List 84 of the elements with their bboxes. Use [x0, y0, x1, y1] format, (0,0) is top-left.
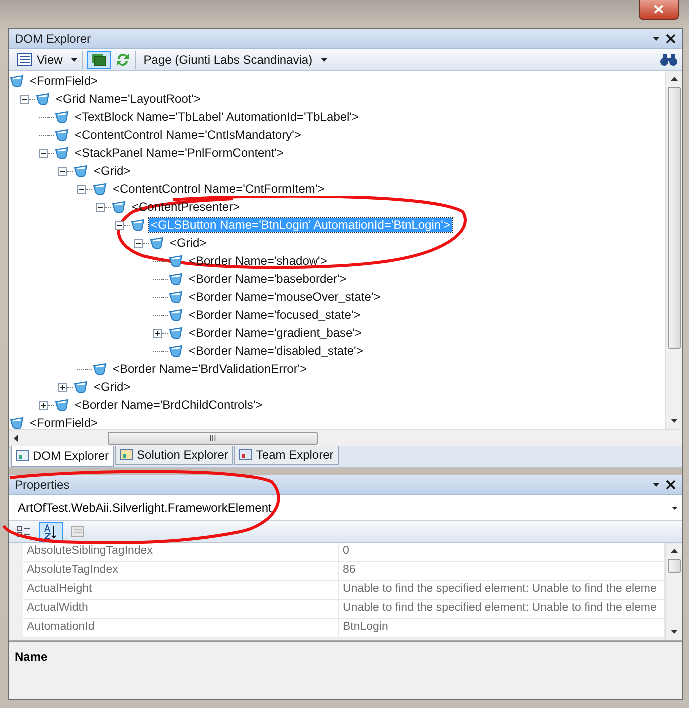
- node-icon: [168, 271, 184, 287]
- panel-tab[interactable]: Solution Explorer: [115, 446, 234, 465]
- tree-item[interactable]: <ContentControl Name='CntFormItem'>: [111, 182, 327, 196]
- tree-item[interactable]: <FormField>: [28, 74, 100, 88]
- node-icon: [35, 91, 51, 107]
- panel-tab[interactable]: DOM Explorer: [11, 446, 114, 467]
- tree-item[interactable]: <Border Name='baseborder'>: [187, 272, 349, 286]
- node-icon: [73, 379, 89, 395]
- collapse-toggle[interactable]: [20, 94, 29, 104]
- scroll-thumb[interactable]: [668, 559, 680, 573]
- node-icon: [92, 361, 108, 377]
- window-icon: [120, 448, 134, 462]
- tree-item[interactable]: <Border Name='mouseOver_state'>: [187, 290, 383, 304]
- property-name: AbsoluteSiblingTagIndex: [23, 543, 339, 561]
- collapse-toggle[interactable]: [115, 220, 124, 230]
- window-icon: [16, 449, 30, 463]
- node-icon: [168, 307, 184, 323]
- window-icon: [239, 448, 254, 462]
- scroll-left-icon[interactable]: [13, 434, 18, 442]
- tree-item[interactable]: <StackPanel Name='PnlFormContent'>: [73, 146, 286, 160]
- collapse-toggle[interactable]: [96, 202, 105, 212]
- tree-item[interactable]: <Border Name='disabled_state'>: [187, 344, 366, 358]
- close-icon: [654, 5, 664, 14]
- collapse-toggle[interactable]: [134, 238, 143, 248]
- node-icon: [73, 163, 89, 179]
- tree-item[interactable]: <FormField>: [28, 416, 100, 429]
- sort-az-icon: [43, 524, 59, 540]
- dropdown-caret-icon[interactable]: [320, 58, 328, 62]
- description-title: Name: [15, 650, 48, 664]
- node-icon: [54, 109, 70, 125]
- vertical-scrollbar[interactable]: [665, 543, 682, 640]
- categorized-icon: [17, 524, 31, 538]
- collapse-toggle[interactable]: [58, 166, 67, 176]
- expand-toggle[interactable]: [153, 328, 162, 338]
- expand-toggle[interactable]: [39, 400, 48, 410]
- node-icon: [111, 199, 127, 215]
- tree-item[interactable]: <Border Name='BrdChildControls'>: [73, 398, 265, 412]
- tree-item[interactable]: <Grid Name='LayoutRoot'>: [54, 92, 203, 106]
- panel-tab[interactable]: Team Explorer: [234, 446, 339, 465]
- tree-item[interactable]: <TextBlock Name='TbLabel' AutomationId='TbLabel'>: [73, 110, 362, 124]
- node-icon: [168, 289, 184, 305]
- sort-alphabetical-button[interactable]: [39, 522, 63, 542]
- node-icon: [149, 235, 165, 251]
- tree-item[interactable]: <ContentControl Name='CntIsMandatory'>: [73, 128, 304, 142]
- panel-title: Properties: [15, 478, 71, 492]
- highlight-toggle-button[interactable]: [86, 50, 111, 68]
- expand-toggle[interactable]: [58, 382, 67, 392]
- binoculars-icon[interactable]: [660, 52, 678, 66]
- dropdown-caret-icon[interactable]: [653, 36, 660, 40]
- tree-item[interactable]: <Grid>: [92, 164, 133, 178]
- panel-title: DOM Explorer: [15, 32, 92, 46]
- collapse-toggle[interactable]: [39, 148, 48, 158]
- dropdown-caret-icon[interactable]: [653, 482, 660, 486]
- close-icon[interactable]: [666, 34, 676, 44]
- refresh-icon[interactable]: [114, 52, 131, 68]
- tree-item[interactable]: <Border Name='focused_state'>: [187, 308, 363, 322]
- tree-item[interactable]: <Border Name='BrdValidationError'>: [111, 362, 310, 376]
- close-button[interactable]: [639, 0, 679, 20]
- horizontal-scrollbar[interactable]: III: [9, 429, 682, 446]
- close-icon[interactable]: [666, 480, 676, 490]
- node-icon: [54, 145, 70, 161]
- node-icon: [92, 181, 108, 197]
- node-icon: [54, 397, 70, 413]
- tree-item[interactable]: <Grid>: [168, 236, 209, 250]
- layers-icon: [90, 52, 107, 66]
- node-icon: [168, 343, 184, 359]
- page-selector[interactable]: Page (Giunti Labs Scandinavia): [140, 50, 317, 68]
- tree-item[interactable]: <Grid>: [92, 380, 133, 394]
- dropdown-caret-icon[interactable]: [70, 58, 78, 62]
- node-icon: [130, 217, 146, 233]
- node-icon: [168, 253, 184, 269]
- tree-item[interactable]: <Border Name='gradient_base'>: [187, 326, 364, 340]
- list-icon: [17, 52, 33, 66]
- collapse-toggle[interactable]: [77, 184, 86, 194]
- vertical-scrollbar[interactable]: [665, 71, 682, 429]
- property-name: AbsoluteTagIndex: [23, 562, 339, 580]
- node-icon: [168, 325, 184, 341]
- property-pages-icon: [71, 524, 85, 538]
- node-icon: [54, 127, 70, 143]
- scroll-thumb[interactable]: [668, 87, 680, 349]
- property-name: AutomationId: [23, 619, 339, 637]
- view-button[interactable]: View: [13, 50, 67, 68]
- property-name: ActualWidth: [23, 600, 339, 618]
- property-name: ActualHeight: [23, 581, 339, 599]
